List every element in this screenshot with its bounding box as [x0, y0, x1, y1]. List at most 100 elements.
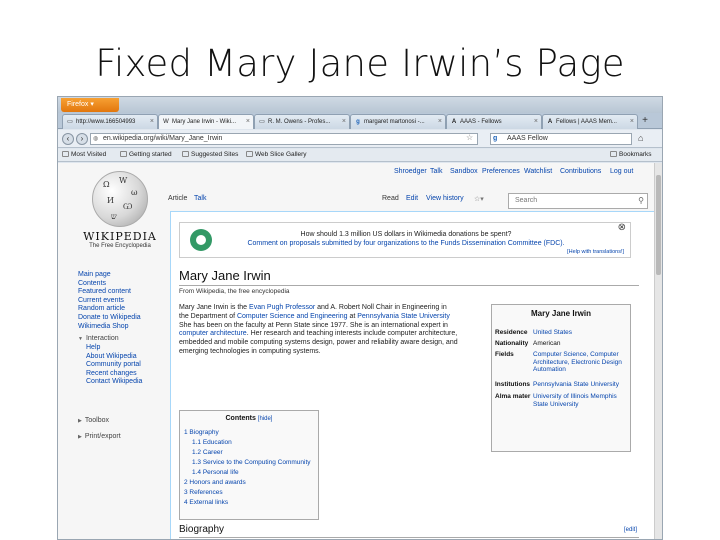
sidebar-item-recent-changes[interactable]: Recent changes: [86, 370, 176, 379]
watch-star-icon[interactable]: ☆▾: [474, 195, 484, 203]
globe-icon: ◍: [93, 136, 99, 142]
personal-link-preferences[interactable]: Preferences: [482, 168, 520, 175]
bookmark-icon: [62, 151, 69, 158]
home-icon[interactable]: ⌂: [638, 133, 643, 143]
browser-tab-active[interactable]: W Mary Jane Irwin - Wiki... ×: [158, 114, 254, 129]
sidebar-item-donate[interactable]: Donate to Wikipedia: [78, 314, 168, 323]
sidebar-item-community-portal[interactable]: Community portal: [86, 361, 176, 370]
sidebar-section-toolbox[interactable]: ▶ Toolbox: [78, 417, 109, 424]
forward-button[interactable]: ›: [76, 133, 88, 145]
close-icon[interactable]: ×: [534, 115, 538, 129]
toc-hide-link[interactable]: [hide]: [258, 416, 273, 422]
link-penn-state[interactable]: Pennsylvania State University: [357, 313, 450, 320]
tab-edit[interactable]: Edit: [406, 195, 418, 202]
firefox-menu-button[interactable]: Firefox ▾: [61, 98, 119, 112]
sidebar-item-featured-content[interactable]: Featured content: [78, 288, 168, 297]
vertical-scrollbar[interactable]: [654, 163, 662, 539]
link-evan-pugh-professor[interactable]: Evan Pugh Professor: [249, 304, 315, 311]
tab-label: AAAS - Fellows: [460, 119, 502, 125]
browser-tab[interactable]: ▭ R. M. Owens - Profes... ×: [254, 114, 350, 129]
address-bar[interactable]: ◍ en.wikipedia.org/wiki/Mary_Jane_Irwin: [90, 133, 478, 145]
bookmarks-menu[interactable]: Bookmarks: [610, 149, 652, 161]
link-computer-architecture[interactable]: computer architecture: [179, 330, 247, 337]
toc-item[interactable]: 2 Honors and awards: [184, 479, 246, 486]
toc-item[interactable]: 1 Biography: [184, 429, 219, 436]
banner-help-link[interactable]: [Help with translations!]: [567, 249, 624, 255]
close-icon[interactable]: ×: [150, 115, 154, 129]
wikipedia-page: Shroedger Talk Sandbox Preferences Watch…: [58, 163, 654, 539]
triangle-right-icon: ▶: [78, 418, 82, 424]
google-icon: g: [356, 119, 360, 125]
wikipedia-wordmark: WIKIPEDIA: [83, 230, 157, 243]
personal-link-talk[interactable]: Talk: [430, 168, 442, 175]
google-icon: g: [493, 135, 498, 142]
close-icon[interactable]: ×: [438, 115, 442, 129]
chevron-down-icon: ▾: [90, 101, 94, 108]
wikipedia-logo[interactable]: ΩWωИѠש WIKIPEDIA The Free Encyclopedia: [76, 171, 164, 249]
sidebar-item-random-article[interactable]: Random article: [78, 305, 168, 314]
personal-link-watchlist[interactable]: Watchlist: [524, 168, 552, 175]
toc-item[interactable]: 1.2 Career: [192, 449, 223, 456]
browser-search-text: AAAS Fellow: [507, 135, 548, 142]
tab-talk[interactable]: Talk: [194, 195, 206, 202]
section-edit-link[interactable]: [edit]: [624, 527, 637, 533]
toc-title: Contents: [225, 415, 256, 422]
search-icon[interactable]: ⚲: [638, 194, 644, 208]
tab-read[interactable]: Read: [382, 195, 399, 202]
bookmark-suggested-sites[interactable]: Suggested Sites: [182, 149, 238, 161]
browser-tab[interactable]: A Fellows | AAAS Mem... ×: [542, 114, 638, 129]
tab-view-history[interactable]: View history: [426, 195, 464, 202]
sidebar-item-main-page[interactable]: Main page: [78, 271, 168, 280]
tab-label: R. M. Owens - Profes...: [268, 119, 331, 125]
browser-search-box[interactable]: g AAAS Fellow: [490, 133, 632, 145]
content-tabs: Article Talk Read Edit View history ☆▾ S…: [168, 193, 648, 211]
toc-item[interactable]: 4 External links: [184, 499, 228, 506]
browser-tab[interactable]: ▭ http://www.166504993 ×: [62, 114, 158, 129]
firefox-menu-label: Firefox: [67, 101, 89, 108]
bookmark-most-visited[interactable]: Most Visited: [62, 149, 106, 161]
page-title: Mary Jane Irwin: [179, 268, 639, 286]
banner-line-2[interactable]: Comment on proposals submitted by four o…: [180, 240, 632, 247]
browser-tab[interactable]: g margaret martonosi -... ×: [350, 114, 446, 129]
sidebar-section-print-export[interactable]: ▶ Print/export: [78, 433, 121, 440]
navigation-toolbar: ‹ › ◍ en.wikipedia.org/wiki/Mary_Jane_Irw…: [58, 130, 662, 148]
personal-link-user[interactable]: Shroedger: [394, 168, 427, 175]
personal-link-contributions[interactable]: Contributions: [560, 168, 601, 175]
bookmark-star-icon[interactable]: ☆: [466, 133, 473, 142]
bookmark-web-slice-gallery[interactable]: Web Slice Gallery: [246, 149, 307, 161]
toc-item[interactable]: 1.4 Personal life: [192, 469, 239, 476]
sidebar-section-interaction[interactable]: ▼ Interaction: [78, 335, 119, 342]
personal-link-logout[interactable]: Log out: [610, 168, 633, 175]
wikipedia-tagline: The Free Encyclopedia: [89, 243, 151, 249]
sidebar-item-about[interactable]: About Wikipedia: [86, 353, 176, 362]
toc-item[interactable]: 1.1 Education: [192, 439, 232, 446]
scrollbar-thumb[interactable]: [656, 175, 661, 275]
tab-label: Fellows | AAAS Mem...: [556, 119, 617, 125]
sidebar-navigation: Main page Contents Featured content Curr…: [78, 271, 168, 331]
aaas-icon: A: [451, 119, 457, 125]
personal-link-sandbox[interactable]: Sandbox: [450, 168, 478, 175]
sidebar-item-help[interactable]: Help: [86, 344, 176, 353]
wiki-search-input[interactable]: Search ⚲: [508, 193, 648, 209]
address-text: en.wikipedia.org/wiki/Mary_Jane_Irwin: [103, 135, 223, 142]
sidebar-item-current-events[interactable]: Current events: [78, 297, 168, 306]
close-icon[interactable]: ⊗: [618, 222, 626, 233]
back-button[interactable]: ‹: [62, 133, 74, 145]
browser-window: Firefox ▾ ▭ http://www.166504993 × W Mary J…: [57, 96, 663, 540]
lead-paragraph: Mary Jane Irwin is the Evan Pugh Profess…: [179, 304, 458, 355]
new-tab-button[interactable]: +: [638, 113, 652, 128]
bookmark-getting-started[interactable]: Getting started: [120, 149, 172, 161]
sidebar-item-contact[interactable]: Contact Wikipedia: [86, 378, 176, 387]
sidebar-item-shop[interactable]: Wikimedia Shop: [78, 323, 168, 332]
close-icon[interactable]: ×: [246, 115, 250, 129]
bookmarks-toolbar: Most Visited Getting started Suggested S…: [58, 149, 662, 162]
sidebar-item-contents[interactable]: Contents: [78, 280, 168, 289]
toc-item[interactable]: 1.3 Service to the Computing Community: [192, 459, 311, 466]
page-icon: ▭: [259, 119, 265, 125]
close-icon[interactable]: ×: [630, 115, 634, 129]
toc-item[interactable]: 3 References: [184, 489, 223, 496]
link-cse[interactable]: Computer Science and Engineering: [237, 313, 348, 320]
close-icon[interactable]: ×: [342, 115, 346, 129]
tab-article[interactable]: Article: [168, 195, 187, 202]
browser-tab[interactable]: A AAAS - Fellows ×: [446, 114, 542, 129]
